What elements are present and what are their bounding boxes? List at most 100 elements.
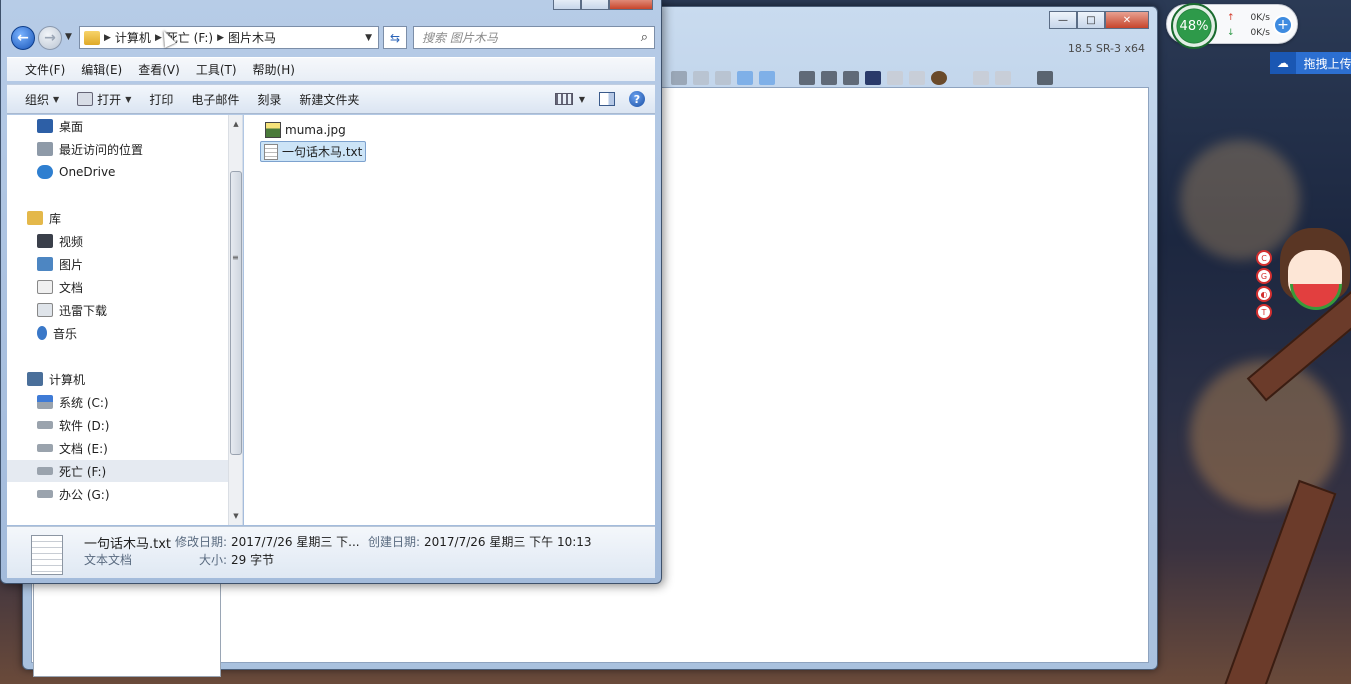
chevron-down-icon: ▼ bbox=[53, 94, 60, 104]
nav-item-drive-d[interactable]: 软件 (D:) bbox=[7, 414, 229, 436]
nav-item-drive-e[interactable]: 文档 (E:) bbox=[7, 437, 229, 459]
nav-item-videos[interactable]: 视频 bbox=[7, 230, 229, 252]
chevron-right-icon[interactable]: ▶ bbox=[217, 33, 224, 43]
menu-file[interactable]: 文件(F) bbox=[17, 61, 73, 78]
replace-icon[interactable] bbox=[909, 71, 925, 85]
nav-item-pictures[interactable]: 图片 bbox=[7, 253, 229, 275]
scroll-thumb[interactable] bbox=[230, 171, 242, 455]
details-pane: 一句话木马.txt 文本文档 修改日期: 2017/7/26 星期三 下... … bbox=[7, 526, 655, 578]
nav-item-libraries[interactable]: 库 bbox=[7, 207, 229, 229]
pet-menu-c-icon[interactable]: C bbox=[1256, 250, 1272, 266]
view-icon bbox=[554, 93, 573, 105]
search-input[interactable]: 搜索 图片木马 ⌕ bbox=[413, 26, 655, 49]
scroll-down-icon[interactable]: ▼ bbox=[229, 509, 243, 523]
help-icon[interactable]: ? bbox=[629, 91, 645, 107]
document-icon bbox=[37, 280, 53, 294]
nav-item-drive-c[interactable]: 系统 (C:) bbox=[7, 391, 229, 413]
minimize-button[interactable]: — bbox=[1049, 11, 1077, 29]
nav-item-recent[interactable]: 最近访问的位置 bbox=[7, 138, 229, 160]
navigation-bar: ← → ▼ ▶ 计算机 ▶ 死亡 (F:) ▶ 图片木马 ▼ ⇆ 搜索 图片木马… bbox=[7, 24, 655, 52]
menu-edit[interactable]: 编辑(E) bbox=[73, 61, 130, 78]
explorer-minimize-button[interactable] bbox=[553, 0, 581, 10]
print-icon[interactable] bbox=[843, 71, 859, 85]
library-icon bbox=[27, 211, 43, 225]
pet-menu-moon-icon[interactable]: ◐ bbox=[1256, 286, 1272, 302]
arrow-left-icon[interactable] bbox=[737, 71, 753, 85]
details-filename: 一句话木马.txt bbox=[84, 537, 172, 552]
maximize-button[interactable]: □ bbox=[1077, 11, 1105, 29]
preview-pane-icon[interactable] bbox=[599, 92, 615, 106]
upload-drop-button[interactable]: ☁ 拖拽上传 bbox=[1270, 52, 1351, 74]
address-bar[interactable]: ▶ 计算机 ▶ 死亡 (F:) ▶ 图片木马 ▼ bbox=[79, 26, 379, 49]
nav-item-onedrive[interactable]: OneDrive bbox=[7, 161, 229, 183]
system-drive-icon bbox=[37, 395, 53, 409]
bookmark-next-icon[interactable] bbox=[995, 71, 1011, 85]
history-dropdown-icon[interactable]: ▼ bbox=[65, 32, 72, 42]
chevron-down-icon: ▼ bbox=[125, 94, 132, 104]
drive-icon bbox=[37, 421, 53, 429]
drive-icon bbox=[37, 490, 53, 498]
gear-icon[interactable] bbox=[931, 71, 947, 85]
stack-icon[interactable] bbox=[821, 71, 837, 85]
drive-icon bbox=[37, 444, 53, 452]
details-created-label: 创建日期: bbox=[368, 535, 421, 549]
breadcrumb-folder[interactable]: 图片木马 bbox=[228, 29, 276, 46]
toolbar-icon[interactable] bbox=[671, 71, 687, 85]
burn-button[interactable]: 刻录 bbox=[251, 91, 293, 108]
address-dropdown-icon[interactable]: ▼ bbox=[365, 33, 372, 43]
outdent-icon[interactable] bbox=[715, 71, 731, 85]
book-icon[interactable] bbox=[1037, 71, 1053, 85]
search-icon[interactable]: ⌕ bbox=[641, 30, 648, 45]
back-button[interactable]: ← bbox=[11, 26, 35, 50]
email-button[interactable]: 电子邮件 bbox=[185, 91, 251, 108]
nav-item-drive-f[interactable]: 死亡 (F:) bbox=[7, 460, 229, 482]
command-bar: 组织 ▼ 打开 ▼ 打印 电子邮件 刻录 新建文件夹 ▼ ? bbox=[7, 84, 655, 114]
menu-help[interactable]: 帮助(H) bbox=[245, 61, 303, 78]
new-folder-button[interactable]: 新建文件夹 bbox=[293, 91, 371, 108]
download-speed: ↓ 0K/s bbox=[1227, 28, 1270, 38]
calculator-icon[interactable] bbox=[865, 71, 881, 85]
plus-icon[interactable]: + bbox=[1273, 15, 1293, 35]
chevron-right-icon[interactable]: ▶ bbox=[104, 33, 111, 43]
nav-item-desktop[interactable]: 桌面 bbox=[7, 115, 229, 137]
arrow-right-icon[interactable] bbox=[759, 71, 775, 85]
network-monitor-widget[interactable]: 48% ↑ 0K/s ↓ 0K/s + bbox=[1166, 3, 1298, 49]
open-button[interactable]: 打开 ▼ bbox=[71, 91, 143, 108]
menu-tools[interactable]: 工具(T) bbox=[188, 61, 245, 78]
file-list[interactable]: muma.jpg 一句话木马.txt bbox=[244, 115, 655, 525]
pet-menu-game-icon[interactable]: G bbox=[1256, 268, 1272, 284]
explorer-close-button[interactable] bbox=[609, 0, 653, 10]
folder-icon bbox=[84, 30, 100, 45]
indent-icon[interactable] bbox=[693, 71, 709, 85]
details-size-value: 29 字节 bbox=[231, 553, 275, 567]
nav-item-thunder[interactable]: 迅雷下载 bbox=[7, 299, 229, 321]
editor-caption-buttons: — □ ✕ bbox=[1049, 11, 1149, 29]
print-button[interactable]: 打印 bbox=[143, 91, 185, 108]
disk-icon[interactable] bbox=[799, 71, 815, 85]
view-options-button[interactable]: ▼ bbox=[554, 93, 585, 105]
grip-icon: ≡ bbox=[232, 253, 239, 262]
organize-button[interactable]: 组织 ▼ bbox=[19, 91, 71, 108]
nav-item-documents[interactable]: 文档 bbox=[7, 276, 229, 298]
nav-item-drive-g[interactable]: 办公 (G:) bbox=[7, 483, 229, 505]
refresh-button[interactable]: ⇆ bbox=[383, 26, 407, 49]
menu-view[interactable]: 查看(V) bbox=[130, 61, 188, 78]
file-item-txt[interactable]: 一句话木马.txt bbox=[260, 141, 367, 162]
pet-menu-shirt-icon[interactable]: T bbox=[1256, 304, 1272, 320]
bookmark-prev-icon[interactable] bbox=[973, 71, 989, 85]
desktop-pet-mascot[interactable] bbox=[1276, 228, 1351, 324]
drive-icon bbox=[37, 467, 53, 475]
forward-button[interactable]: → bbox=[38, 26, 62, 50]
version-label: 18.5 SR-3 x64 bbox=[1067, 42, 1145, 55]
nav-item-music[interactable]: 音乐 bbox=[7, 322, 229, 344]
arrow-up-icon: ↑ bbox=[1227, 13, 1235, 23]
scroll-up-icon[interactable]: ▲ bbox=[229, 117, 243, 131]
close-button[interactable]: ✕ bbox=[1105, 11, 1149, 29]
search-icon[interactable] bbox=[887, 71, 903, 85]
breadcrumb-computer[interactable]: 计算机 bbox=[115, 29, 151, 46]
file-item-jpg[interactable]: muma.jpg bbox=[262, 121, 349, 139]
nav-scrollbar[interactable]: ▲ ≡ ▼ bbox=[228, 115, 242, 525]
recent-places-icon bbox=[37, 142, 53, 156]
explorer-maximize-button[interactable] bbox=[581, 0, 609, 10]
nav-item-computer[interactable]: 计算机 bbox=[7, 368, 229, 390]
